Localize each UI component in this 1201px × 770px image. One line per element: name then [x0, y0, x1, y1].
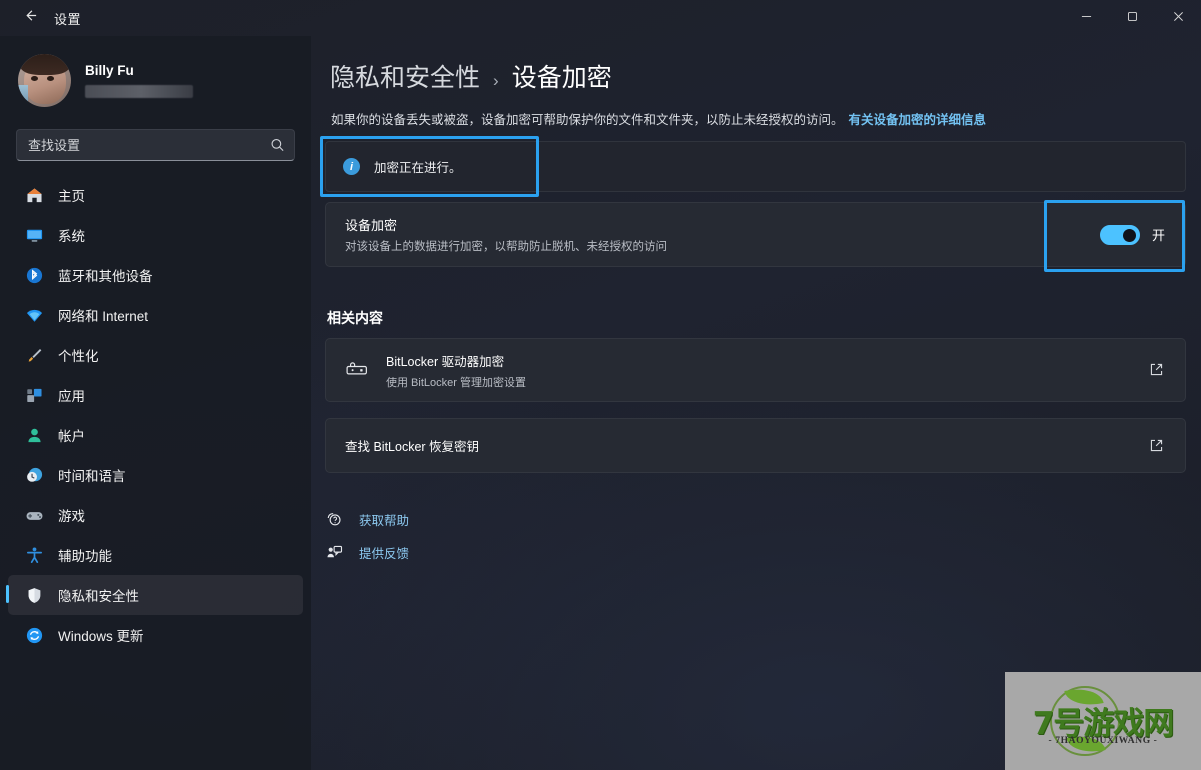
sidebar-item-label: 主页 [58, 189, 85, 204]
sidebar-item-label: 游戏 [58, 509, 85, 524]
drive-lock-icon [345, 358, 369, 382]
give-feedback-label[interactable]: 提供反馈 [359, 543, 409, 562]
accessibility-icon [24, 545, 44, 565]
settings-window: 设置 Billy Fu 查找设置 主页 系统 蓝牙和其他设备 网络和 Inter… [0, 0, 1201, 770]
close-icon [1173, 9, 1184, 27]
sidebar-item-label: 应用 [58, 389, 85, 404]
arrow-left-icon [23, 8, 38, 28]
search-input[interactable] [17, 137, 294, 153]
maximize-button[interactable] [1109, 0, 1155, 36]
external-link-icon[interactable] [1149, 362, 1165, 378]
sidebar-item-label: 辅助功能 [58, 549, 112, 564]
window-title: 设置 [54, 11, 82, 27]
sidebar-item-label: 网络和 Internet [58, 309, 149, 324]
back-button[interactable] [12, 3, 48, 33]
sidebar-item-accessibility[interactable]: 辅助功能 [8, 535, 303, 575]
apps-icon [24, 385, 44, 405]
gamepad-icon [24, 505, 44, 525]
sidebar-item-home[interactable]: 主页 [8, 175, 303, 215]
account-icon [24, 425, 44, 445]
clock-globe-icon [24, 465, 44, 485]
sidebar-item-windows-update[interactable]: Windows 更新 [8, 615, 303, 655]
sidebar-item-apps[interactable]: 应用 [8, 375, 303, 415]
help-icon [325, 511, 343, 529]
external-link-icon[interactable] [1149, 438, 1165, 454]
sidebar-item-privacy-security[interactable]: 隐私和安全性 [6, 575, 303, 615]
search-section [0, 117, 311, 171]
device-encryption-title: 设备加密 [345, 218, 398, 233]
sidebar-item-system[interactable]: 系统 [8, 215, 303, 255]
watermark-sub-text: - 7HAOYOUXIWANG - [1048, 736, 1158, 746]
profile-section[interactable]: Billy Fu [0, 44, 311, 117]
breadcrumb-parent[interactable]: 隐私和安全性 [330, 58, 480, 94]
sidebar-item-label: 个性化 [58, 349, 99, 364]
bitlocker-recovery-key-card[interactable]: 查找 BitLocker 恢复密钥 [325, 418, 1186, 473]
feedback-icon [325, 544, 343, 562]
page-description-text: 如果你的设备丢失或被盗，设备加密可帮助保护你的文件和文件夹，以防止未经授权的访问… [331, 113, 844, 127]
get-help-link-row[interactable]: 获取帮助 [325, 510, 409, 529]
bitlocker-card-subtitle: 使用 BitLocker 管理加密设置 [386, 376, 526, 389]
give-feedback-link-row[interactable]: 提供反馈 [325, 543, 409, 562]
close-button[interactable] [1155, 0, 1201, 36]
sidebar: Billy Fu 主页 [0, 36, 311, 770]
page-title: 设备加密 [511, 64, 612, 92]
minimize-button[interactable] [1063, 0, 1109, 36]
page-description: 如果你的设备丢失或被盗，设备加密可帮助保护你的文件和文件夹，以防止未经授权的访问… [325, 111, 1183, 129]
sidebar-item-label: 隐私和安全性 [58, 589, 139, 604]
related-section-title: 相关内容 [327, 310, 383, 326]
sidebar-item-network[interactable]: 网络和 Internet [8, 295, 303, 335]
bitlocker-drive-encryption-card[interactable]: BitLocker 驱动器加密 使用 BitLocker 管理加密设置 [325, 338, 1186, 402]
system-icon [24, 225, 44, 245]
sidebar-item-label: 蓝牙和其他设备 [58, 269, 153, 284]
get-help-label[interactable]: 获取帮助 [359, 510, 409, 529]
sidebar-item-label: 时间和语言 [58, 469, 126, 484]
chevron-right-icon: › [493, 71, 499, 90]
breadcrumb: 隐私和安全性 › 设备加密 [325, 58, 1183, 94]
recovery-key-title: 查找 BitLocker 恢复密钥 [345, 440, 480, 454]
title-bar: 设置 [0, 0, 1201, 36]
profile-email-redacted [85, 85, 193, 98]
sidebar-item-personalization[interactable]: 个性化 [8, 335, 303, 375]
search-box[interactable] [16, 129, 295, 161]
sidebar-item-label: 帐户 [58, 429, 85, 444]
sidebar-item-label: 系统 [58, 229, 85, 244]
sidebar-item-bluetooth[interactable]: 蓝牙和其他设备 [8, 255, 303, 295]
sidebar-item-label: Windows 更新 [58, 629, 144, 644]
sidebar-item-time-language[interactable]: 时间和语言 [8, 455, 303, 495]
watermark: 7号游戏网 - 7HAOYOUXIWANG - [1005, 672, 1201, 770]
sidebar-item-accounts[interactable]: 帐户 [8, 415, 303, 455]
maximize-icon [1127, 9, 1138, 27]
sidebar-item-gaming[interactable]: 游戏 [8, 495, 303, 535]
avatar [18, 54, 71, 107]
device-encryption-subtitle: 对该设备上的数据进行加密，以帮助防止脱机、未经授权的访问 [345, 241, 667, 253]
banner-highlight-box [320, 136, 539, 197]
toggle-highlight-box [1044, 200, 1185, 272]
shield-icon [24, 585, 44, 605]
learn-more-link[interactable]: 有关设备加密的详细信息 [849, 113, 987, 127]
nav-list: 主页 系统 蓝牙和其他设备 网络和 Internet 个性化 应用 帐户 时间和… [0, 171, 311, 655]
bluetooth-icon [24, 265, 44, 285]
brush-icon [24, 345, 44, 365]
profile-name: Billy Fu [85, 63, 134, 78]
minimize-icon [1081, 9, 1092, 27]
bitlocker-card-title: BitLocker 驱动器加密 [386, 354, 505, 369]
wifi-icon [24, 305, 44, 325]
update-icon [24, 625, 44, 645]
home-icon [24, 185, 44, 205]
search-icon [270, 138, 285, 153]
